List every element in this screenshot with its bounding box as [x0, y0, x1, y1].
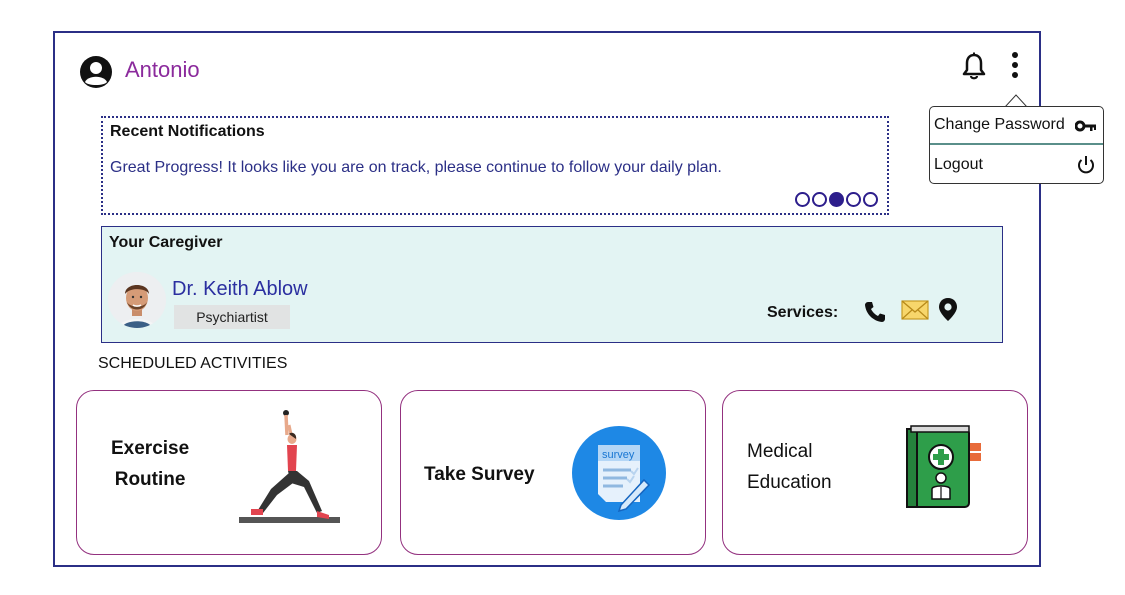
card-title-line1: Medical: [747, 441, 813, 462]
bell-icon[interactable]: [961, 52, 987, 80]
caregiver-role-badge: Psychiartist: [174, 305, 290, 329]
power-icon: [1078, 156, 1094, 174]
change-password-menu-item[interactable]: Change Password: [930, 107, 1103, 145]
phone-icon[interactable]: [863, 300, 887, 324]
scheduled-activities-heading: SCHEDULED ACTIVITIES: [98, 355, 288, 372]
card-title-line2: Routine: [114, 469, 186, 490]
user-circle-icon[interactable]: [79, 55, 113, 89]
notifications-title: Recent Notifications: [110, 123, 265, 140]
pager-dot-active[interactable]: [829, 192, 844, 207]
exercise-routine-label: Exercise Routine: [111, 433, 189, 495]
change-password-label: Change Password: [934, 116, 1065, 133]
key-icon: [1075, 120, 1096, 132]
medical-education-card[interactable]: Medical Education: [722, 390, 1028, 555]
pager-dot[interactable]: [795, 192, 810, 207]
card-title-line1: Exercise: [111, 438, 190, 459]
take-survey-label: Take Survey: [424, 464, 535, 485]
caregiver-title: Your Caregiver: [109, 234, 223, 251]
user-name: Antonio: [125, 57, 200, 82]
avatar: [108, 272, 166, 328]
caregiver-name[interactable]: Dr. Keith Ablow: [172, 278, 308, 301]
more-vertical-icon[interactable]: [1004, 50, 1026, 80]
medical-education-label: Medical Education: [747, 436, 832, 498]
exercise-routine-card[interactable]: Exercise Routine: [76, 390, 382, 555]
notification-message: Great Progress! It looks like you are on…: [110, 159, 722, 176]
survey-icon-text: survey: [602, 449, 635, 461]
pager-dot[interactable]: [846, 192, 861, 207]
logout-menu-item[interactable]: Logout: [930, 146, 1103, 184]
exercise-illustration: [239, 410, 340, 523]
menu-notch: [1005, 94, 1027, 107]
pager-dot[interactable]: [812, 192, 827, 207]
map-pin-icon[interactable]: [938, 297, 958, 322]
medical-book-icon: [906, 425, 981, 508]
notification-pager: [795, 192, 878, 207]
survey-icon: survey: [572, 426, 666, 520]
overflow-menu: Change Password Logout: [929, 106, 1104, 184]
pager-dot[interactable]: [863, 192, 878, 207]
logout-label: Logout: [934, 156, 983, 173]
card-title-line2: Education: [747, 472, 832, 493]
take-survey-card[interactable]: Take Survey survey: [400, 390, 706, 555]
mail-icon[interactable]: [901, 299, 929, 321]
services-label: Services:: [767, 304, 839, 321]
